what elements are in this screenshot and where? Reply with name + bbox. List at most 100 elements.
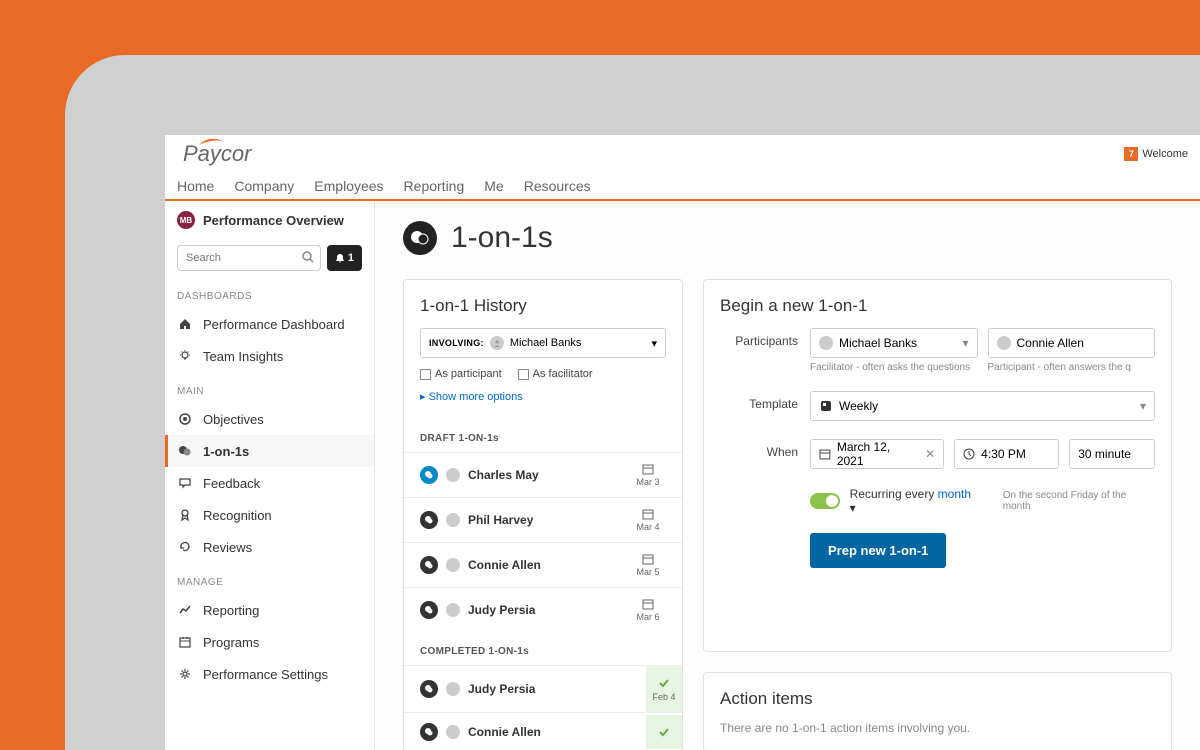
- nav-company[interactable]: Company: [234, 178, 294, 194]
- content-wrap: MB Performance Overview 1 DASHBOARDS Per…: [165, 201, 1200, 750]
- show-more-link[interactable]: ▸ Show more options: [420, 390, 666, 403]
- trend-icon: [177, 602, 193, 618]
- search-input[interactable]: [186, 246, 312, 270]
- nav-reporting[interactable]: Reporting: [404, 178, 465, 194]
- sidebar-item-objectives[interactable]: Objectives: [165, 403, 374, 435]
- duration-input[interactable]: 30 minute: [1069, 439, 1155, 469]
- history-row[interactable]: Charles May Mar 3: [404, 452, 682, 497]
- action-items-title: Action items: [720, 689, 1155, 709]
- caret-down-icon: ▾: [651, 337, 657, 350]
- checkbox-label: As participant: [435, 368, 502, 380]
- facilitator-hint: Facilitator - often asks the questions: [810, 362, 978, 373]
- chat-bubble-icon: [420, 556, 438, 574]
- involving-select[interactable]: INVOLVING: Michael Banks ▾: [420, 328, 666, 358]
- history-row[interactable]: Judy Persia Feb 4: [404, 665, 682, 712]
- sidebar-item-label: Reporting: [203, 603, 259, 618]
- nav-resources[interactable]: Resources: [524, 178, 591, 194]
- completed-header: COMPLETED 1-ON-1s: [404, 632, 682, 665]
- clear-icon[interactable]: ✕: [925, 447, 935, 461]
- history-panel: 1-on-1 History INVOLVING: Michael Banks …: [403, 279, 683, 750]
- sidebar: MB Performance Overview 1 DASHBOARDS Per…: [165, 201, 375, 750]
- sidebar-item-performance-settings[interactable]: Performance Settings: [165, 658, 374, 690]
- sidebar-item-team-insights[interactable]: Team Insights: [165, 340, 374, 372]
- welcome-area[interactable]: 7 Welcome: [1124, 147, 1188, 161]
- sidebar-item-performance-dashboard[interactable]: Performance Dashboard: [165, 308, 374, 340]
- date-text: Mar 3: [636, 477, 659, 487]
- recurring-text: Recurring every month ▾: [850, 487, 979, 515]
- date-text: Mar 6: [636, 612, 659, 622]
- avatar-icon: [490, 336, 504, 350]
- recurring-toggle[interactable]: [810, 493, 840, 509]
- submit-row: Prep new 1-on-1: [720, 533, 1155, 568]
- sidebar-item-recognition[interactable]: Recognition: [165, 499, 374, 531]
- sidebar-item-feedback[interactable]: Feedback: [165, 467, 374, 499]
- nav-employees[interactable]: Employees: [314, 178, 383, 194]
- check-icon: [657, 676, 671, 690]
- sidebar-item-reporting[interactable]: Reporting: [165, 594, 374, 626]
- brand-logo: Paycor: [177, 141, 251, 167]
- welcome-badge: 7: [1124, 147, 1138, 161]
- chat-icon: [177, 443, 193, 459]
- avatar-icon: [446, 468, 460, 482]
- top-bar: Paycor 7 Welcome: [165, 135, 1200, 173]
- sidebar-header: MB Performance Overview: [165, 201, 374, 239]
- date-text: Feb 4: [652, 692, 675, 702]
- right-column: Begin a new 1-on-1 Participants Michael …: [703, 279, 1172, 750]
- sidebar-item-reviews[interactable]: Reviews: [165, 531, 374, 563]
- avatar-icon: [446, 725, 460, 739]
- new-title: Begin a new 1-on-1: [720, 296, 1155, 316]
- notification-badge[interactable]: 1: [327, 245, 362, 271]
- date-cell-completed: Feb 4: [646, 666, 682, 712]
- calendar-icon: [642, 598, 654, 610]
- sidebar-item-programs[interactable]: Programs: [165, 626, 374, 658]
- facilitator-select[interactable]: Michael Banks ▾: [810, 328, 978, 358]
- device-frame: Paycor 7 Welcome Home Company Employees …: [65, 55, 1200, 750]
- date-cell: Mar 6: [630, 598, 666, 622]
- date-input[interactable]: March 12, 2021 ✕: [810, 439, 944, 469]
- nav-home[interactable]: Home: [177, 178, 214, 194]
- check-icon: [657, 725, 671, 739]
- checkbox-facilitator[interactable]: As facilitator: [518, 368, 593, 380]
- template-row: Template Weekly ▾: [720, 391, 1155, 421]
- history-row[interactable]: Connie Allen Mar 5: [404, 542, 682, 587]
- avatar-icon: [446, 558, 460, 572]
- page-title-text: 1-on-1s: [451, 221, 553, 255]
- prep-1on1-button[interactable]: Prep new 1-on-1: [810, 533, 946, 568]
- involving-name: Michael Banks: [510, 337, 582, 349]
- recurring-period-link[interactable]: month: [938, 487, 971, 501]
- participants-label: Participants: [720, 328, 798, 348]
- history-row[interactable]: Judy Persia Mar 6: [404, 587, 682, 632]
- checkbox-participant[interactable]: As participant: [420, 368, 502, 380]
- time-input[interactable]: 4:30 PM: [954, 439, 1059, 469]
- gear-icon: [177, 666, 193, 682]
- checkbox-icon: [420, 369, 431, 380]
- speech-icon: [177, 475, 193, 491]
- history-row[interactable]: Phil Harvey Mar 4: [404, 497, 682, 542]
- search-input-wrap[interactable]: [177, 245, 321, 271]
- checkbox-label: As facilitator: [533, 368, 593, 380]
- sidebar-item-1on1s[interactable]: 1-on-1s: [165, 435, 374, 467]
- home-icon: [177, 316, 193, 332]
- template-value: Weekly: [839, 399, 878, 413]
- participant-select[interactable]: Connie Allen: [988, 328, 1156, 358]
- caret-down-icon: ▾: [1140, 399, 1146, 413]
- sidebar-item-label: Reviews: [203, 540, 252, 555]
- template-select[interactable]: Weekly ▾: [810, 391, 1155, 421]
- calendar-icon: [177, 634, 193, 650]
- award-icon: [177, 507, 193, 523]
- date-text: Mar 5: [636, 567, 659, 577]
- history-row[interactable]: Connie Allen: [404, 712, 682, 750]
- recurring-prefix: Recurring every: [850, 487, 938, 501]
- nav-me[interactable]: Me: [484, 178, 503, 194]
- calendar-icon: [642, 553, 654, 565]
- action-items-empty: There are no 1-on-1 action items involvi…: [720, 721, 1155, 735]
- refresh-icon: [177, 539, 193, 555]
- person-name: Phil Harvey: [468, 513, 622, 527]
- date-cell: Mar 4: [630, 508, 666, 532]
- person-name: Connie Allen: [468, 725, 638, 739]
- avatar-icon: [446, 682, 460, 696]
- sidebar-item-label: Team Insights: [203, 349, 283, 364]
- sidebar-item-label: Feedback: [203, 476, 260, 491]
- date-cell: Mar 5: [630, 553, 666, 577]
- involving-label: INVOLVING:: [429, 338, 484, 348]
